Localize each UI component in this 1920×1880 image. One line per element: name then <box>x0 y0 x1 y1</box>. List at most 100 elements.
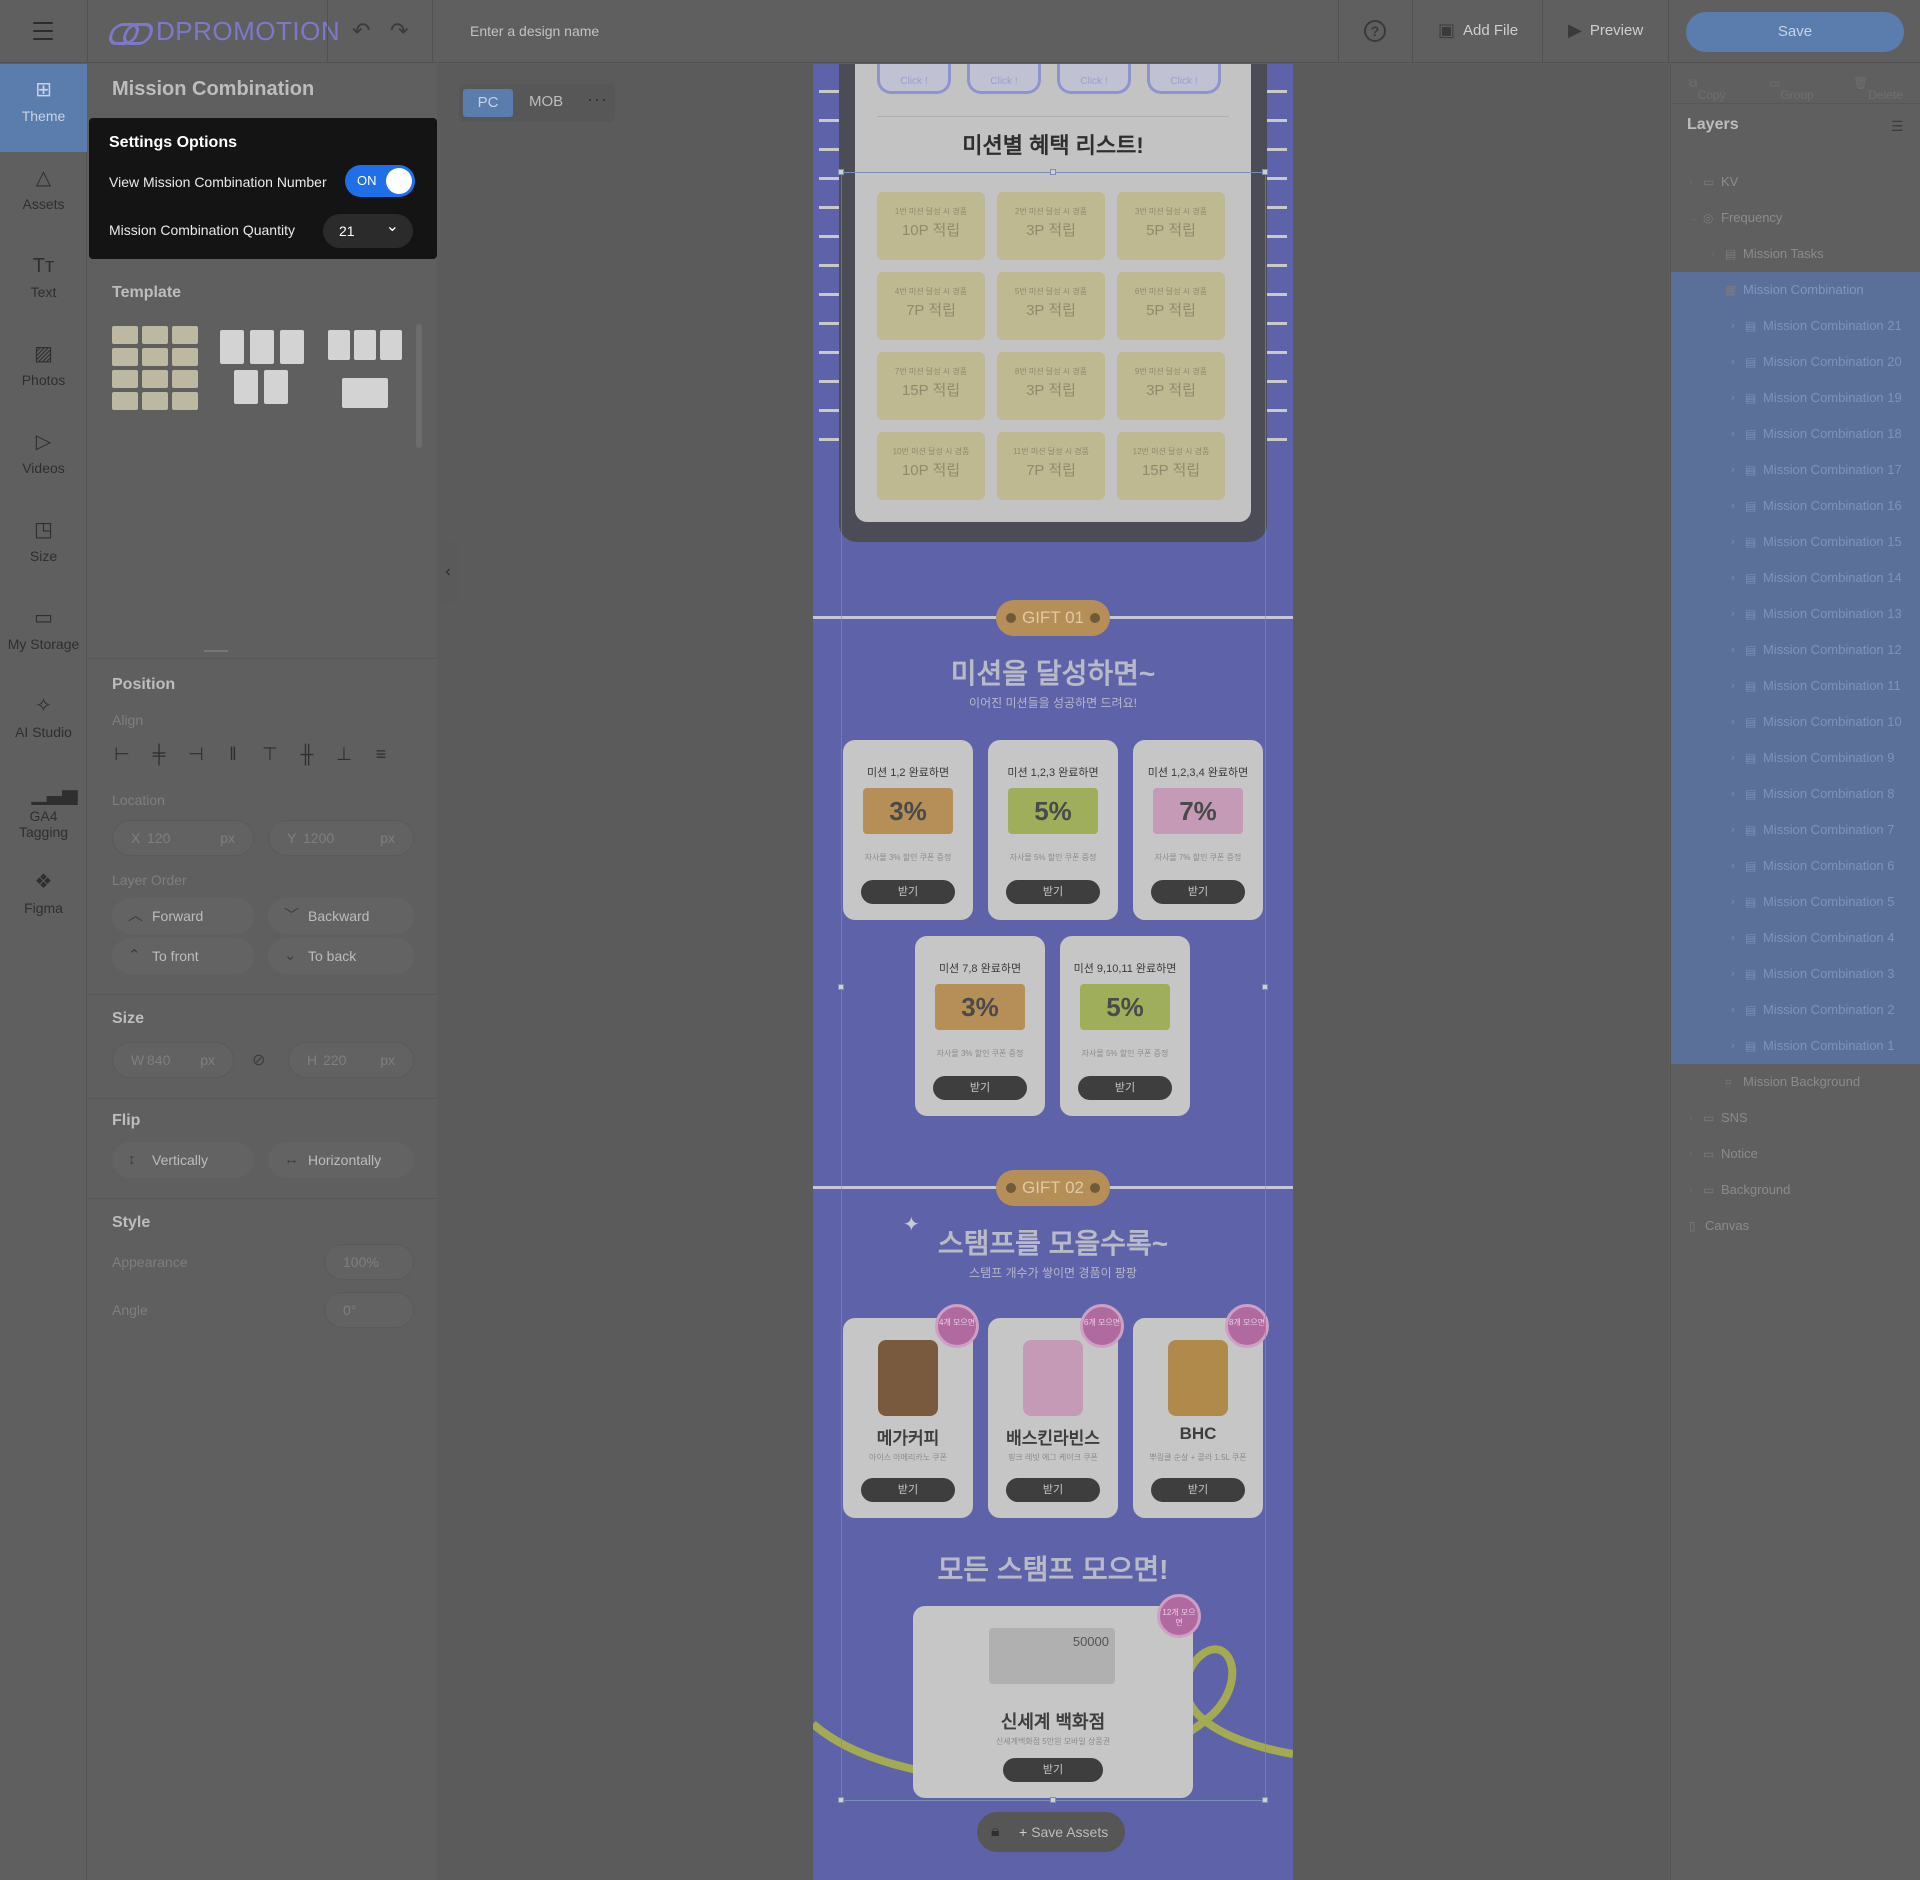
chevron-right-icon[interactable]: › <box>1731 956 1735 992</box>
layer-item[interactable]: › ▤ Mission Combination 15 <box>1671 524 1920 560</box>
layer-item[interactable]: › ▤ Mission Combination 3 <box>1671 956 1920 992</box>
rail-videos[interactable]: ▷ Videos <box>0 416 87 504</box>
chevron-right-icon[interactable]: › <box>1731 560 1735 596</box>
layer-item[interactable]: › ▤ Mission Combination 14 <box>1671 560 1920 596</box>
layer-item[interactable]: › ▤ Mission Combination 2 <box>1671 992 1920 1028</box>
distribute-v-icon[interactable]: ≡ <box>371 744 391 764</box>
width-field[interactable]: W 840 px <box>112 1042 234 1078</box>
undo-icon[interactable]: ↶ <box>352 18 370 44</box>
chevron-right-icon[interactable]: › <box>1689 1100 1693 1136</box>
resize-handle[interactable] <box>1262 1797 1268 1803</box>
align-left-icon[interactable]: ⊢ <box>112 744 132 764</box>
flip-vertical-button[interactable]: ↕ Vertically <box>112 1142 254 1178</box>
rail-size[interactable]: ◳ Size <box>0 504 87 592</box>
layer-item[interactable]: › ▭ Notice <box>1671 1136 1920 1172</box>
forward-button[interactable]: ︿ Forward <box>112 898 254 934</box>
to-front-button[interactable]: ⌃ To front <box>112 938 254 974</box>
chevron-right-icon[interactable]: › <box>1731 632 1735 668</box>
receive-button[interactable]: 받기 <box>933 1076 1027 1100</box>
distribute-h-icon[interactable]: ‖ <box>223 744 243 764</box>
chevron-right-icon[interactable]: › <box>1731 596 1735 632</box>
chevron-right-icon[interactable]: › <box>1731 524 1735 560</box>
template-thumbnail-2[interactable] <box>220 330 306 406</box>
quantity-select[interactable]: 21 <box>323 210 413 248</box>
chevron-right-icon[interactable]: › <box>1731 848 1735 884</box>
y-field[interactable]: Y 1200 px <box>268 820 414 856</box>
chevron-right-icon[interactable]: › <box>1731 452 1735 488</box>
resize-handle[interactable] <box>838 1797 844 1803</box>
layer-item[interactable]: › ▤ Mission Combination 20 <box>1671 344 1920 380</box>
rail-theme[interactable]: ⊞ Theme <box>0 64 87 152</box>
receive-button[interactable]: 받기 <box>1003 1758 1103 1782</box>
layer-item[interactable]: › ▤ Mission Combination 10 <box>1671 704 1920 740</box>
layer-item[interactable]: › ▤ Mission Combination 6 <box>1671 848 1920 884</box>
layer-item[interactable]: ▯ Canvas <box>1671 1208 1920 1244</box>
mission-combination-card[interactable]: 미션 9,10,11 완료하면 5% 자사몰 5% 할인 쿠폰 증정 받기 <box>1060 936 1190 1116</box>
layer-item[interactable]: › ▭ KV <box>1671 164 1920 200</box>
chevron-right-icon[interactable]: › <box>1731 1028 1735 1064</box>
x-field[interactable]: X 120 px <box>112 820 254 856</box>
chevron-right-icon[interactable]: › <box>1731 344 1735 380</box>
chevron-right-icon[interactable]: › <box>1689 1172 1693 1208</box>
layer-item[interactable]: › ▤ Mission Tasks <box>1671 236 1920 272</box>
rail-my-storage[interactable]: ▭ My Storage <box>0 592 87 680</box>
rail-figma[interactable]: ❖ Figma <box>0 856 87 944</box>
chevron-down-icon[interactable]: ⌄ <box>1689 200 1698 236</box>
rail-assets[interactable]: △ Assets <box>0 152 87 240</box>
panel-scrollbar[interactable] <box>416 324 422 448</box>
template-thumbnail-3[interactable] <box>328 330 404 408</box>
layer-item[interactable]: › ▤ Mission Combination 18 <box>1671 416 1920 452</box>
chevron-right-icon[interactable]: › <box>1731 308 1735 344</box>
rail-ai-studio[interactable]: ✧ AI Studio <box>0 680 87 768</box>
layer-item[interactable]: › ▤ Mission Combination 19 <box>1671 380 1920 416</box>
appearance-field[interactable]: 100% <box>324 1244 414 1280</box>
layer-item[interactable]: › ▤ Mission Combination 7 <box>1671 812 1920 848</box>
copy-button[interactable]: ⧉ Copy <box>1689 76 1726 102</box>
layer-item[interactable]: › ▤ Mission Combination 11 <box>1671 668 1920 704</box>
chevron-right-icon[interactable]: › <box>1731 668 1735 704</box>
layer-item[interactable]: › ▤ Mission Combination 13 <box>1671 596 1920 632</box>
chevron-right-icon[interactable]: › <box>1731 416 1735 452</box>
receive-button[interactable]: 받기 <box>1151 880 1245 904</box>
hamburger-menu-icon[interactable] <box>28 18 58 44</box>
align-top-icon[interactable]: ⊤ <box>260 744 280 764</box>
chevron-right-icon[interactable]: › <box>1711 236 1715 272</box>
layer-item[interactable]: › ▤ Mission Combination 8 <box>1671 776 1920 812</box>
layer-item[interactable]: › ▤ Mission Combination 21 <box>1671 308 1920 344</box>
help-icon[interactable]: ? <box>1364 20 1386 42</box>
resize-handle[interactable] <box>1262 169 1268 175</box>
layer-item[interactable]: › ▤ Mission Combination 16 <box>1671 488 1920 524</box>
layer-item[interactable]: ⌄ ◎ Frequency <box>1671 200 1920 236</box>
resize-handle[interactable] <box>838 169 844 175</box>
height-field[interactable]: H 220 px <box>288 1042 414 1078</box>
add-file-button[interactable]: ▣ Add File <box>1438 20 1518 41</box>
layer-item[interactable]: › ▤ Mission Combination 1 <box>1671 1028 1920 1064</box>
tab-mob[interactable]: MOB <box>529 93 563 110</box>
receive-button[interactable]: 받기 <box>1078 1076 1172 1100</box>
chevron-right-icon[interactable]: › <box>1689 1136 1693 1172</box>
design-name-input[interactable]: Enter a design name <box>470 23 599 39</box>
preview-button[interactable]: ▶ Preview <box>1568 20 1643 41</box>
flip-horizontal-button[interactable]: ↔ Horizontally <box>268 1142 414 1178</box>
tab-pc[interactable]: PC <box>463 89 513 117</box>
layer-item[interactable]: ⌗ Mission Background <box>1671 1064 1920 1100</box>
save-button[interactable]: Save <box>1686 12 1904 52</box>
collapse-layers-icon[interactable]: ☰ <box>1891 118 1904 135</box>
angle-field[interactable]: 0° <box>324 1292 414 1328</box>
receive-button[interactable]: 받기 <box>861 1478 955 1502</box>
resize-handle[interactable] <box>1262 984 1268 990</box>
chevron-right-icon[interactable]: › <box>1731 992 1735 1028</box>
stamp-reward-card[interactable]: 메가커피 아이스 아메리카노 쿠폰 받기 <box>843 1318 973 1518</box>
chevron-right-icon[interactable]: › <box>1731 884 1735 920</box>
resize-handle-icon[interactable] <box>204 650 228 652</box>
redo-icon[interactable]: ↷ <box>390 18 408 44</box>
grand-prize-card[interactable]: 50000 신세계 백화점 신세계백화점 5만원 모바일 상품권 받기 <box>913 1606 1193 1798</box>
chevron-down-icon[interactable]: ⌄ <box>1711 272 1720 308</box>
receive-button[interactable]: 받기 <box>1006 1478 1100 1502</box>
layer-item[interactable]: › ▤ Mission Combination 9 <box>1671 740 1920 776</box>
to-back-button[interactable]: ⌄ To back <box>268 938 414 974</box>
mission-combination-card[interactable]: 미션 1,2 완료하면 3% 자사몰 3% 할인 쿠폰 증정 받기 <box>843 740 973 920</box>
save-assets-button[interactable]: 🔒︎ + Save Assets <box>977 1812 1125 1852</box>
layer-item[interactable]: › ▭ SNS <box>1671 1100 1920 1136</box>
receive-button[interactable]: 받기 <box>861 880 955 904</box>
